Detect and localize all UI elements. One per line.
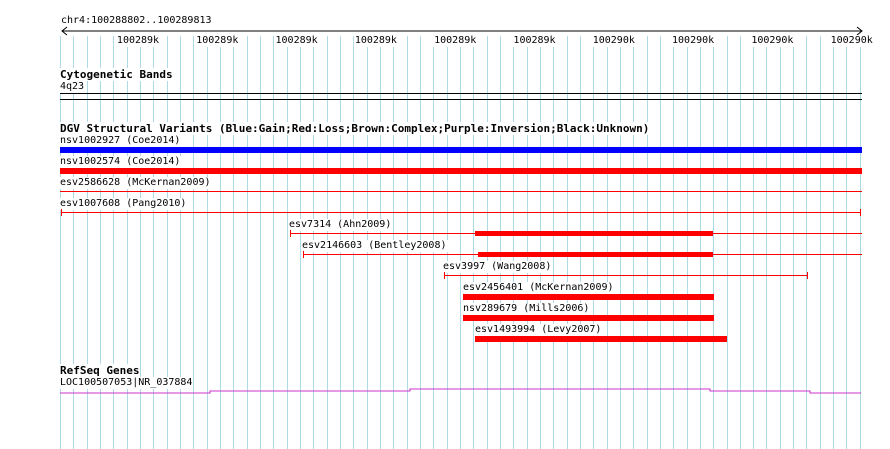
variant-label: esv1493994 (Levy2007) [474, 324, 603, 336]
variant-end-cap [807, 272, 808, 279]
variant-label: esv3997 (Wang2008) [442, 261, 553, 273]
variant-end-cap [444, 272, 445, 279]
variant-bar-loss[interactable] [475, 336, 727, 342]
ruler-tick-label: 100290k [671, 35, 716, 47]
ruler-tick-label: 100290k [591, 35, 636, 47]
gene-model[interactable] [0, 385, 890, 397]
refseq-track-title[interactable]: RefSeq Genes [59, 364, 141, 377]
variant-bar-gain[interactable] [60, 147, 862, 153]
variant-label: nsv1002574 (Coe2014) [59, 156, 182, 168]
variant-bar-loss[interactable] [463, 315, 714, 321]
ruler-tick-label: 100289k [512, 35, 557, 47]
variant-label: esv2586628 (McKernan2009) [59, 177, 212, 189]
variant-bar-loss[interactable] [60, 168, 862, 174]
variant-line-loss[interactable] [60, 191, 862, 192]
variant-line-loss[interactable] [444, 275, 808, 276]
variant-label: esv7314 (Ahn2009) [288, 219, 393, 231]
variant-end-cap [303, 251, 304, 258]
cytoband-label: 4q23 [59, 81, 86, 93]
variant-end-cap [290, 230, 291, 237]
variant-bar-loss[interactable] [475, 231, 713, 236]
variant-line-loss[interactable] [61, 212, 861, 213]
genome-browser-view: chr4:100288802..100289813 100289k 100289k… [0, 0, 890, 449]
variant-label: esv1007608 (Pang2010) [59, 198, 188, 210]
variant-bar-loss[interactable] [463, 294, 714, 300]
variant-end-cap [61, 209, 62, 216]
ruler-tick-label: 100289k [433, 35, 478, 47]
ruler-tick-label: 100290k [829, 35, 874, 47]
variant-label: nsv1002927 (Coe2014) [59, 135, 182, 147]
variant-end-cap [860, 209, 861, 216]
ruler-tick-label: 100289k [353, 35, 398, 47]
cytoband-line-bottom [60, 99, 862, 100]
variant-label: nsv289679 (Mills2006) [462, 303, 591, 315]
variant-bar-loss[interactable] [478, 252, 713, 257]
cytoband-line-top [60, 93, 862, 94]
cytoband-track-title[interactable]: Cytogenetic Bands [59, 68, 174, 81]
ruler-tick-label: 100289k [274, 35, 319, 47]
dgv-track-title[interactable]: DGV Structural Variants (Blue:Gain;Red:L… [59, 122, 651, 135]
ruler-tick-label: 100289k [195, 35, 240, 47]
variant-label: esv2456401 (McKernan2009) [462, 282, 615, 294]
ruler-tick-label: 100289k [115, 35, 161, 47]
ruler-tick-label: 100290k [750, 35, 795, 47]
variant-label: esv2146603 (Bentley2008) [301, 240, 448, 252]
